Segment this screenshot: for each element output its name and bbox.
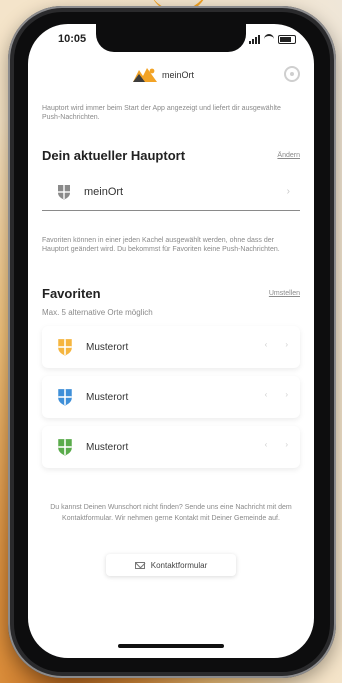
move-down-icon[interactable]: › — [285, 340, 288, 349]
main-place-label: meinOrt — [84, 186, 124, 198]
favorite-actions: ‹ › — [265, 340, 288, 349]
wifi-icon — [264, 34, 274, 44]
logo-text: meinOrt — [162, 70, 195, 80]
favorite-label: Musterort — [86, 341, 129, 353]
main-place-title: Dein aktueller Hauptort — [42, 148, 186, 163]
settings-icon[interactable] — [284, 66, 300, 82]
mail-icon — [134, 561, 145, 569]
contact-form-button[interactable]: Kontaktformular — [106, 554, 236, 576]
signal-icon — [249, 35, 260, 44]
intro-text: Hauptort wird immer beim Start der App a… — [42, 105, 281, 121]
favorite-label: Musterort — [86, 441, 129, 453]
favorite-item[interactable]: Musterort ‹ › — [42, 426, 300, 468]
favorite-actions: ‹ › — [265, 390, 288, 399]
move-up-icon[interactable]: ‹ — [265, 340, 268, 349]
notch — [96, 24, 246, 52]
favorite-item[interactable]: Musterort ‹ › — [42, 376, 300, 418]
favorites-subtitle: Max. 5 alternative Orte möglich — [42, 308, 153, 317]
battery-icon — [278, 35, 296, 44]
change-main-place-link[interactable]: Ändern — [277, 152, 300, 159]
move-down-icon[interactable]: › — [285, 390, 288, 399]
logo-icon — [133, 68, 157, 82]
coat-of-arms-icon — [58, 339, 72, 356]
coat-of-arms-icon — [58, 439, 72, 456]
sort-favorites-link[interactable]: Umstellen — [269, 290, 300, 297]
home-indicator[interactable] — [118, 644, 224, 648]
main-place-row[interactable]: meinOrt › — [42, 174, 300, 211]
coat-of-arms-icon — [58, 185, 70, 200]
favorite-label: Musterort — [86, 391, 129, 403]
status-time: 10:05 — [58, 33, 87, 45]
move-up-icon[interactable]: ‹ — [265, 440, 268, 449]
status-icons — [249, 34, 296, 44]
app-screen: 10:05 meinOrt Hauptort wird immer beim S… — [28, 24, 314, 658]
footer-text: Du kannst Deinen Wunschort nicht finden?… — [50, 504, 292, 522]
move-down-icon[interactable]: › — [285, 440, 288, 449]
chevron-right-icon: › — [286, 186, 290, 197]
app-logo: meinOrt — [132, 66, 194, 84]
favorite-item[interactable]: Musterort ‹ › — [42, 326, 300, 368]
move-up-icon[interactable]: ‹ — [265, 390, 268, 399]
app-header: meinOrt — [28, 62, 314, 92]
contact-form-label: Kontaktformular — [150, 560, 208, 570]
favorites-title: Favoriten — [42, 286, 101, 301]
favorites-text: Favoriten können in einer jeden Kachel a… — [42, 237, 280, 253]
favorite-actions: ‹ › — [265, 440, 288, 449]
coat-of-arms-icon — [58, 389, 72, 406]
